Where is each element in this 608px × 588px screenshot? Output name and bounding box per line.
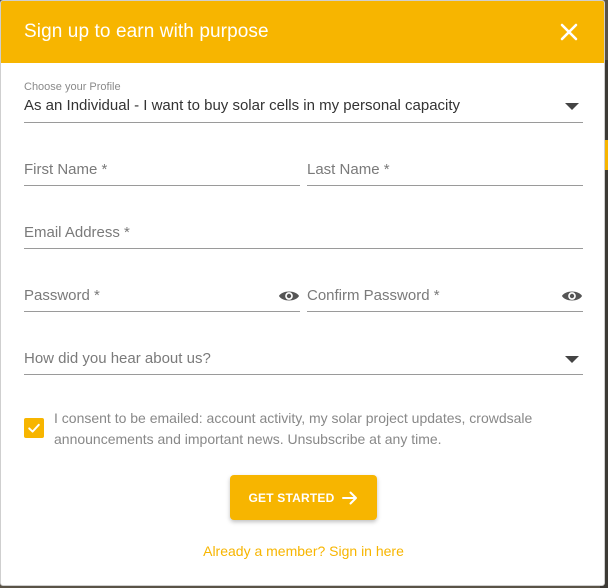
confirm-password-field[interactable]: Confirm Password * xyxy=(307,285,583,312)
email-field[interactable]: Email Address * xyxy=(24,222,583,249)
consent-text: I consent to be emailed: account activit… xyxy=(54,410,533,447)
password-field[interactable]: Password * xyxy=(24,285,300,312)
modal-header: Sign up to earn with purpose xyxy=(1,1,604,63)
password-placeholder: Password * xyxy=(24,287,100,304)
referral-select[interactable]: How did you hear about us? xyxy=(24,348,583,375)
arrow-right-icon xyxy=(342,491,358,504)
eye-icon[interactable] xyxy=(561,288,583,304)
email-placeholder: Email Address * xyxy=(24,224,130,241)
checkmark-icon xyxy=(28,423,40,433)
close-icon[interactable] xyxy=(558,21,580,43)
sign-in-link[interactable]: Already a member? Sign in here xyxy=(24,543,583,559)
modal-title: Sign up to earn with purpose xyxy=(24,21,269,42)
last-name-placeholder: Last Name * xyxy=(307,161,390,178)
first-name-placeholder: First Name * xyxy=(24,161,108,178)
eye-icon[interactable] xyxy=(278,288,300,304)
confirm-password-placeholder: Confirm Password * xyxy=(307,287,440,304)
chevron-down-icon xyxy=(565,103,579,110)
first-name-field[interactable]: First Name * xyxy=(24,159,300,186)
get-started-button[interactable]: GET STARTED xyxy=(230,475,377,520)
profile-select[interactable]: Choose your Profile As an Individual - I… xyxy=(24,81,583,123)
signup-modal: Sign up to earn with purpose Choose your… xyxy=(0,0,605,586)
profile-value: As an Individual - I want to buy solar c… xyxy=(24,97,461,114)
referral-placeholder: How did you hear about us? xyxy=(24,350,211,367)
profile-label: Choose your Profile xyxy=(24,81,121,93)
consent-row: I consent to be emailed: account activit… xyxy=(24,408,583,450)
get-started-label: GET STARTED xyxy=(248,490,335,505)
consent-checkbox[interactable] xyxy=(24,418,44,438)
chevron-down-icon xyxy=(565,356,579,363)
last-name-field[interactable]: Last Name * xyxy=(307,159,583,186)
